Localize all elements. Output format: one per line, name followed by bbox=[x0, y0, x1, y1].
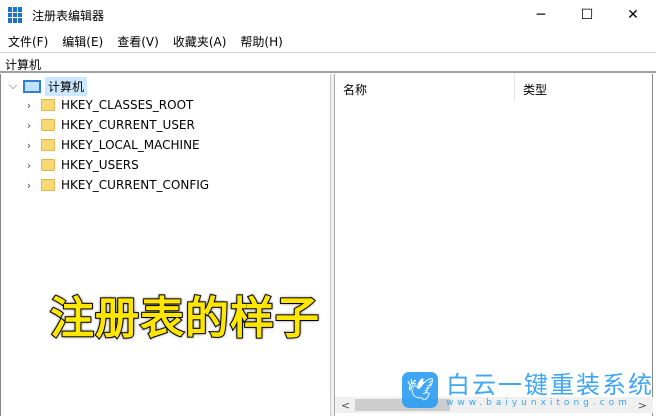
chevron-right-icon[interactable]: › bbox=[23, 139, 35, 152]
chevron-right-icon[interactable]: › bbox=[23, 99, 35, 112]
computer-icon bbox=[23, 79, 41, 93]
tree-pane: ⌵ 计算机 › HKEY_CLASSES_ROOT › HKEY_CURRENT_U… bbox=[0, 74, 331, 416]
chevron-right-icon[interactable]: › bbox=[23, 159, 35, 172]
tree-item-label: HKEY_USERS bbox=[61, 158, 139, 172]
minimize-button[interactable]: ─ bbox=[518, 0, 564, 30]
tree-item-classes-root[interactable]: › HKEY_CLASSES_ROOT bbox=[23, 95, 194, 115]
menu-view[interactable]: 查看(V) bbox=[117, 33, 159, 50]
window-title: 注册表编辑器 bbox=[32, 8, 105, 23]
watermark-url: www.baiyunxitong.com bbox=[446, 398, 631, 408]
folder-icon bbox=[41, 119, 55, 131]
watermark-name: 白云一键重装系统 bbox=[446, 371, 654, 399]
column-type[interactable]: 类型 bbox=[515, 74, 653, 100]
column-name[interactable]: 名称 bbox=[335, 74, 515, 100]
tree-root-label: 计算机 bbox=[45, 76, 88, 96]
chevron-down-icon[interactable]: ⌵ bbox=[7, 79, 19, 93]
watermark: 🕊 白云一键重装系统 www.baiyunxitong.com bbox=[402, 372, 654, 408]
folder-icon bbox=[41, 179, 55, 191]
menu-bar: 文件(F) 编辑(E) 查看(V) 收藏夹(A) 帮助(H) bbox=[0, 30, 656, 52]
tree-item-label: HKEY_CURRENT_CONFIG bbox=[61, 178, 210, 192]
chevron-right-icon[interactable]: › bbox=[23, 179, 35, 192]
chevron-right-icon[interactable]: › bbox=[23, 119, 35, 132]
tree-item-label: HKEY_CLASSES_ROOT bbox=[61, 98, 194, 112]
folder-icon bbox=[41, 139, 55, 151]
scroll-left-icon[interactable]: < bbox=[341, 399, 350, 412]
caption-overlay: 注册表的样子 bbox=[49, 292, 320, 345]
close-button[interactable]: ✕ bbox=[610, 0, 656, 30]
tree-item-local-machine[interactable]: › HKEY_LOCAL_MACHINE bbox=[23, 135, 200, 155]
menu-favorites[interactable]: 收藏夹(A) bbox=[173, 33, 227, 50]
tree-item-current-user[interactable]: › HKEY_CURRENT_USER bbox=[23, 115, 195, 135]
bird-logo-icon: 🕊 bbox=[402, 372, 438, 408]
tree-item-current-config[interactable]: › HKEY_CURRENT_CONFIG bbox=[23, 175, 209, 195]
tree-root[interactable]: ⌵ 计算机 bbox=[7, 76, 88, 96]
column-headers: 名称 类型 bbox=[335, 74, 653, 100]
maximize-button[interactable]: ☐ bbox=[564, 0, 610, 30]
title-bar: 注册表编辑器 ─ ☐ ✕ bbox=[0, 0, 656, 30]
tree-item-users[interactable]: › HKEY_USERS bbox=[23, 155, 139, 175]
menu-file[interactable]: 文件(F) bbox=[8, 33, 48, 50]
folder-icon bbox=[41, 159, 55, 171]
values-pane: 名称 类型 bbox=[335, 74, 653, 416]
menu-help[interactable]: 帮助(H) bbox=[240, 33, 282, 50]
tree-item-label: HKEY_CURRENT_USER bbox=[61, 118, 195, 132]
menu-edit[interactable]: 编辑(E) bbox=[62, 33, 103, 50]
address-bar[interactable]: 计算机 bbox=[0, 52, 656, 73]
tree-item-label: HKEY_LOCAL_MACHINE bbox=[61, 138, 200, 152]
folder-icon bbox=[41, 99, 55, 111]
regedit-icon bbox=[8, 7, 24, 23]
